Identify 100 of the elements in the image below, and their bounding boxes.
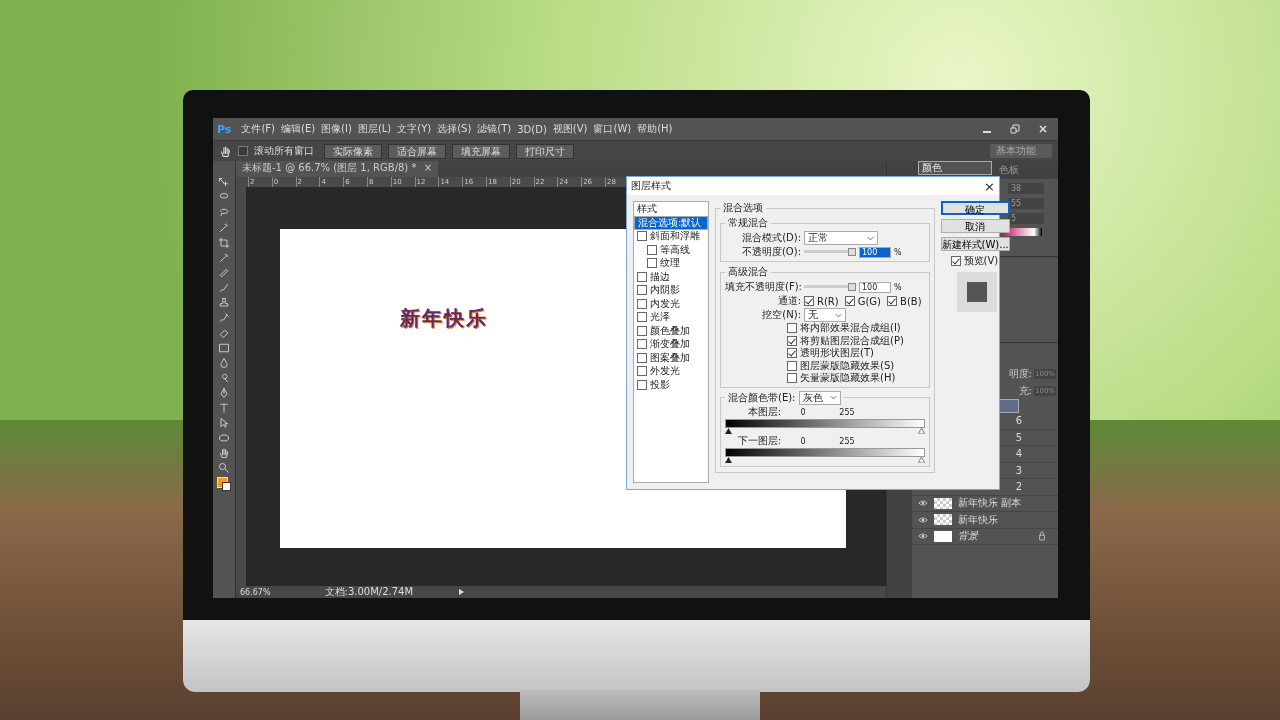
menu-item[interactable]: 帮助(H) xyxy=(637,122,673,136)
type-icon[interactable] xyxy=(218,402,230,414)
checkbox[interactable] xyxy=(787,323,797,334)
wand-icon[interactable] xyxy=(218,222,230,234)
workspace-dropdown[interactable]: 基本功能 xyxy=(990,144,1052,158)
color-swatches-icon[interactable] xyxy=(217,477,231,491)
style-item[interactable]: 外发光 xyxy=(634,364,708,378)
style-item[interactable]: 等高线 xyxy=(634,243,708,257)
move-icon[interactable] xyxy=(218,177,230,189)
option-button[interactable]: 适合屏幕 xyxy=(388,143,446,159)
eraser-icon[interactable] xyxy=(218,327,230,339)
option-button[interactable]: 实际像素 xyxy=(324,143,382,159)
checkbox[interactable] xyxy=(637,298,647,309)
checkbox[interactable] xyxy=(637,285,647,296)
dialog-button[interactable]: 取消 xyxy=(940,219,1010,233)
slider-track[interactable] xyxy=(804,283,856,291)
option-button[interactable]: 填充屏幕 xyxy=(452,143,510,159)
panel-tab[interactable]: 颜色 xyxy=(918,161,992,175)
menu-item[interactable]: 窗口(W) xyxy=(593,122,632,136)
menu-item[interactable]: 图像(I) xyxy=(321,122,352,136)
slider-track[interactable] xyxy=(804,248,856,256)
style-item[interactable]: 投影 xyxy=(634,378,708,392)
menu-item[interactable]: 文字(Y) xyxy=(397,122,432,136)
bandage-icon[interactable] xyxy=(218,267,230,279)
hand-icon[interactable] xyxy=(219,144,232,158)
checkbox[interactable] xyxy=(950,256,961,267)
checkbox[interactable] xyxy=(647,258,657,269)
gradient-icon[interactable] xyxy=(218,342,230,354)
value-field[interactable]: 100 xyxy=(859,246,891,258)
checkbox[interactable] xyxy=(637,312,647,323)
checkbox[interactable] xyxy=(637,271,647,282)
style-item[interactable]: 内发光 xyxy=(634,297,708,311)
blend-if-dropdown[interactable]: 灰色 xyxy=(798,390,841,405)
style-item[interactable]: 渐变叠加 xyxy=(634,337,708,351)
slider-thumb[interactable] xyxy=(848,283,856,291)
document-tab[interactable]: 未标题-1 @ 66.7% (图层 1, RGB/8) * × xyxy=(236,161,438,177)
panel-tab[interactable]: 色板 xyxy=(996,161,1022,179)
close-icon[interactable] xyxy=(1038,124,1048,134)
style-item[interactable]: 内阴影 xyxy=(634,283,708,297)
style-item[interactable]: 描边 xyxy=(634,270,708,284)
checkbox[interactable] xyxy=(804,296,814,306)
restore-icon[interactable] xyxy=(1010,124,1020,134)
layer-row[interactable]: 新年快乐 副本 xyxy=(912,495,1058,512)
slider-thumb[interactable] xyxy=(848,248,856,256)
style-item[interactable]: 图案叠加 xyxy=(634,351,708,365)
menu-item[interactable]: 文件(F) xyxy=(241,122,275,136)
checkbox[interactable] xyxy=(637,231,647,242)
layer-row[interactable]: 背景 xyxy=(912,528,1058,545)
color-value-field[interactable]: 55 xyxy=(1008,198,1044,209)
eye-icon[interactable] xyxy=(918,515,928,524)
dialog-button[interactable]: 确定 xyxy=(940,201,1010,215)
path-select-icon[interactable] xyxy=(218,417,230,429)
play-icon[interactable] xyxy=(457,588,466,596)
eye-icon[interactable] xyxy=(918,532,928,541)
lasso-icon[interactable] xyxy=(218,207,230,219)
knockout-dropdown[interactable]: 无 xyxy=(804,308,846,322)
checkbox-label: G(G) xyxy=(857,295,881,307)
color-value-field[interactable]: 38 xyxy=(1008,183,1044,194)
layer-row[interactable]: 新年快乐 xyxy=(912,512,1058,529)
menu-item[interactable]: 3D(D) xyxy=(517,123,547,135)
checkbox[interactable] xyxy=(887,296,897,306)
menu-item[interactable]: 选择(S) xyxy=(437,122,472,136)
checkbox[interactable] xyxy=(647,244,657,255)
dialog-button[interactable]: 新建样式(W)... xyxy=(940,237,1010,251)
history-brush-icon[interactable] xyxy=(218,312,230,324)
shape-icon[interactable] xyxy=(218,432,230,444)
brush-icon[interactable] xyxy=(218,282,230,294)
stamp-icon[interactable] xyxy=(218,297,230,309)
checkbox[interactable] xyxy=(637,339,647,350)
crop-icon[interactable] xyxy=(218,237,230,249)
checkbox[interactable] xyxy=(787,335,797,346)
checkbox[interactable] xyxy=(637,366,647,377)
checkbox[interactable] xyxy=(238,146,248,156)
zoom-icon[interactable] xyxy=(218,462,230,474)
style-item[interactable]: 纹理 xyxy=(634,256,708,270)
close-button[interactable]: × xyxy=(984,178,995,194)
pen-icon[interactable] xyxy=(218,387,230,399)
eyedropper-icon[interactable] xyxy=(218,252,230,264)
option-button[interactable]: 打印尺寸 xyxy=(516,143,574,159)
hand-icon[interactable] xyxy=(218,447,230,459)
menu-item[interactable]: 视图(V) xyxy=(552,122,588,136)
menu-item[interactable]: 图层(L) xyxy=(357,122,392,136)
checkbox[interactable] xyxy=(637,379,647,390)
eye-icon[interactable] xyxy=(918,499,928,508)
blend-mode-dropdown[interactable]: 正常 xyxy=(804,231,878,245)
menu-item[interactable]: 滤镜(T) xyxy=(477,122,512,136)
style-item[interactable]: 颜色叠加 xyxy=(634,324,708,338)
value-field[interactable]: 100 xyxy=(859,281,891,293)
color-value-field[interactable]: 5 xyxy=(1008,213,1044,224)
checkbox[interactable] xyxy=(787,360,797,371)
style-item[interactable]: 光泽 xyxy=(634,310,708,324)
checkbox[interactable] xyxy=(787,348,797,359)
checkbox[interactable] xyxy=(844,296,855,306)
checkbox[interactable] xyxy=(637,325,647,336)
checkbox[interactable] xyxy=(787,373,797,384)
style-item[interactable]: 斜面和浮雕 xyxy=(634,229,708,243)
checkbox[interactable] xyxy=(637,352,647,363)
layer-name: 新年快乐 xyxy=(958,512,999,527)
menu-item[interactable]: 编辑(E) xyxy=(281,122,316,136)
blur-icon[interactable] xyxy=(218,357,230,369)
